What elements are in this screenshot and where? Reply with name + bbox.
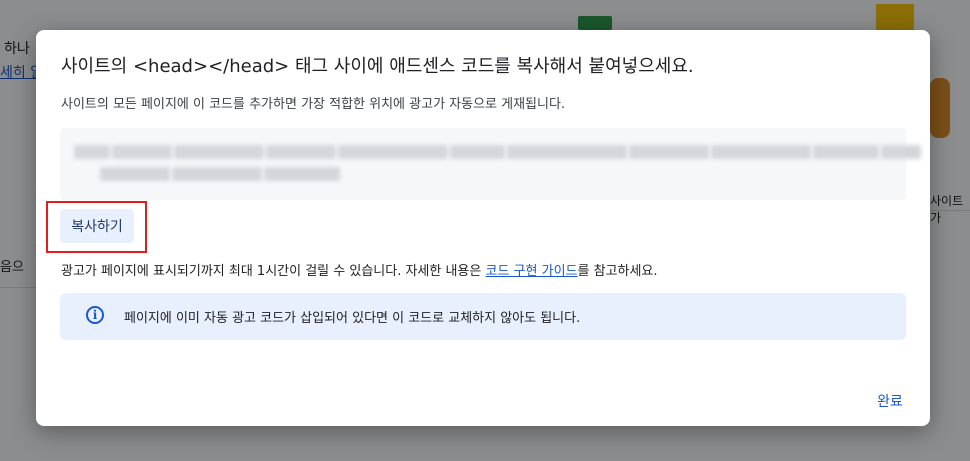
copy-button[interactable]: 복사하기: [60, 209, 134, 243]
done-button[interactable]: 완료: [862, 387, 918, 415]
note-text-suffix: 를 참고하세요.: [577, 264, 658, 279]
dialog-title: 사이트의 <head></head> 태그 사이에 애드센스 코드를 복사해서 …: [61, 56, 694, 77]
info-icon: i: [86, 306, 104, 324]
implementation-guide-link[interactable]: 코드 구현 가이드: [486, 264, 578, 279]
latency-note: 광고가 페이지에 표시되기까지 최대 1시간이 걸릴 수 있습니다. 자세한 내…: [61, 260, 658, 279]
info-text: 페이지에 이미 자동 광고 코드가 삽입되어 있다면 이 코드로 교체하지 않아…: [124, 311, 581, 326]
code-dialog: 사이트의 <head></head> 태그 사이에 애드센스 코드를 복사해서 …: [36, 30, 930, 426]
blurred-code-line: [74, 145, 921, 159]
blurred-code-line: [100, 167, 340, 181]
dialog-subtitle: 사이트의 모든 페이지에 이 코드를 추가하면 가장 적합한 위치에 광고가 자…: [61, 97, 566, 112]
code-snippet-box[interactable]: [60, 128, 921, 200]
info-banner: i 페이지에 이미 자동 광고 코드가 삽입되어 있다면 이 코드로 교체하지 …: [60, 293, 906, 340]
note-text: 광고가 페이지에 표시되기까지 최대 1시간이 걸릴 수 있습니다. 자세한 내…: [61, 264, 486, 279]
